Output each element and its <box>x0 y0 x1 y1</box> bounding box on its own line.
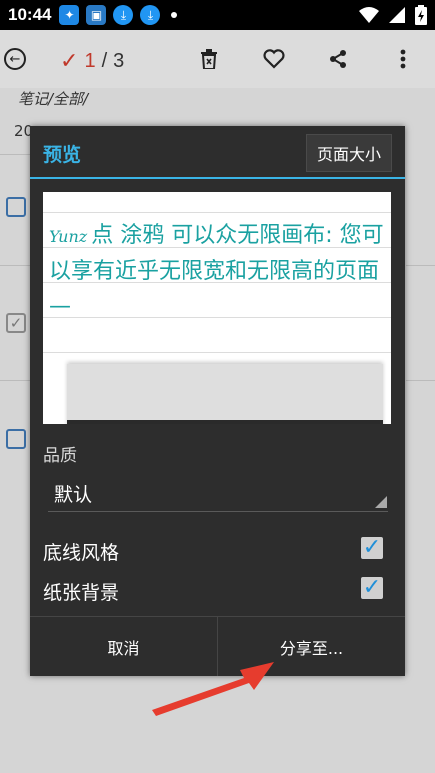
page-size-button[interactable]: 页面大小 <box>306 134 392 172</box>
dialog-header: 预览 页面大小 <box>30 126 405 178</box>
underline-style-checkbox[interactable]: ✓ <box>361 537 383 559</box>
quality-select[interactable]: 默认 <box>48 474 388 512</box>
option-paper-background[interactable]: 纸张背景 ✓ <box>43 576 383 606</box>
list-divider <box>406 265 435 266</box>
handwritten-signature: Yunz <box>49 227 88 246</box>
photo-app-icon: ▣ <box>86 5 107 25</box>
dialog-title: 预览 <box>43 144 82 166</box>
note-preview: Yunz 点 涂鸦 可以众无限画布: 您可以享有近乎无限宽和无限高的页面 — <box>43 192 391 424</box>
favorite-heart-icon[interactable] <box>261 46 287 72</box>
paper-background-checkbox[interactable]: ✓ <box>361 577 383 599</box>
list-divider <box>0 265 30 266</box>
download-icon: ⤓ <box>113 5 134 25</box>
checkmark-icon[interactable]: ✓ <box>60 48 78 74</box>
signal-icon <box>389 7 405 23</box>
list-divider <box>0 154 30 155</box>
quality-selected-value: 默认 <box>54 484 93 506</box>
note-checkbox[interactable] <box>6 429 26 449</box>
annotation-arrow-icon <box>152 662 274 716</box>
breadcrumb: 笔记/全部/ <box>18 90 89 108</box>
note-checkbox[interactable] <box>6 197 26 217</box>
list-divider <box>0 380 30 381</box>
download-icon-2: ⤓ <box>140 5 161 25</box>
preview-dialog: 预览 页面大小 Yunz 点 涂鸦 可以众无限画布: 您可以享有近乎无限宽和无限高… <box>30 126 405 676</box>
status-time: 10:44 <box>8 5 52 24</box>
dialog-title-divider <box>30 177 405 179</box>
overflow-menu-icon[interactable] <box>390 46 416 72</box>
option-underline-style[interactable]: 底线风格 ✓ <box>43 536 383 566</box>
selection-count: ✓ 1 / 3 <box>60 48 125 74</box>
list-divider <box>406 380 435 381</box>
delete-icon[interactable] <box>196 46 222 72</box>
app-toolbar: ← ✓ 1 / 3 <box>0 30 435 88</box>
wifi-icon <box>359 7 379 23</box>
quality-label: 品质 <box>43 446 77 466</box>
preview-thumbnail <box>67 364 383 424</box>
preview-text: Yunz 点 涂鸦 可以众无限画布: 您可以享有近乎无限宽和无限高的页面 — <box>49 223 384 319</box>
status-bar: 10:44 ✦ ▣ ⤓ ⤓ <box>0 0 435 30</box>
battery-charging-icon <box>415 5 427 25</box>
note-checkbox-checked[interactable]: ✓ <box>6 313 26 333</box>
notification-dot-icon <box>171 12 178 18</box>
share-icon[interactable] <box>325 46 351 72</box>
bird-app-icon: ✦ <box>59 5 80 25</box>
back-icon[interactable]: ← <box>4 48 26 70</box>
dropdown-corner-icon <box>375 496 387 508</box>
